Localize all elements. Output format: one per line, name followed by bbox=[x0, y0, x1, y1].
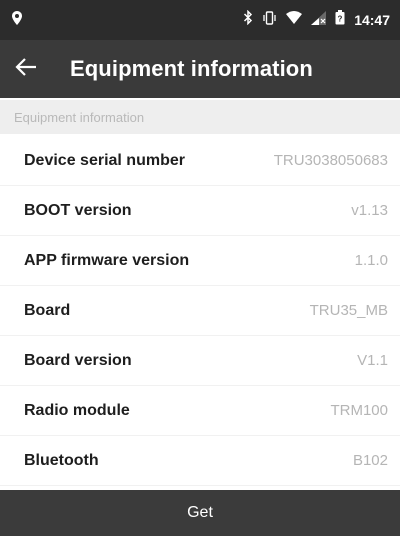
status-time: 14:47 bbox=[354, 12, 390, 28]
info-list: Device serial number TRU3038050683 BOOT … bbox=[0, 136, 400, 486]
app-bar: Equipment information bbox=[0, 40, 400, 98]
row-label: Board version bbox=[24, 351, 132, 369]
info-row-board-version: Board version V1.1 bbox=[0, 336, 400, 386]
back-button[interactable] bbox=[0, 40, 52, 98]
svg-text:?: ? bbox=[338, 15, 343, 24]
info-row-board: Board TRU35_MB bbox=[0, 286, 400, 336]
info-row-radio-module: Radio module TRM100 bbox=[0, 386, 400, 436]
get-button-label: Get bbox=[187, 504, 213, 521]
cellular-signal-icon bbox=[311, 10, 327, 30]
row-label: Radio module bbox=[24, 401, 130, 419]
row-label: Board bbox=[24, 301, 71, 319]
get-button[interactable]: Get bbox=[0, 490, 400, 536]
row-label: APP firmware version bbox=[24, 251, 190, 269]
info-row-boot-version: BOOT version v1.13 bbox=[0, 186, 400, 236]
info-row-device-serial-number: Device serial number TRU3038050683 bbox=[0, 136, 400, 186]
row-value: TRU3038050683 bbox=[273, 152, 388, 169]
info-row-bluetooth: Bluetooth B102 bbox=[0, 436, 400, 486]
section-header: Equipment information bbox=[0, 100, 400, 134]
status-bar-left bbox=[12, 10, 22, 30]
page-title: Equipment information bbox=[70, 56, 313, 81]
location-pin-icon bbox=[12, 10, 22, 30]
row-value: 1.1.0 bbox=[354, 252, 388, 269]
status-bar-right: ? 14:47 bbox=[243, 9, 390, 30]
bluetooth-icon bbox=[243, 9, 253, 30]
row-label: Bluetooth bbox=[24, 451, 99, 469]
status-bar: ? 14:47 bbox=[0, 0, 400, 40]
row-value: TRU35_MB bbox=[309, 302, 388, 319]
vibrate-icon bbox=[262, 10, 277, 30]
battery-icon: ? bbox=[335, 10, 345, 30]
back-arrow-icon bbox=[15, 57, 37, 81]
row-value: TRM100 bbox=[330, 402, 388, 419]
row-value: B102 bbox=[352, 452, 388, 469]
row-value: V1.1 bbox=[357, 352, 388, 369]
wifi-icon bbox=[286, 11, 303, 29]
row-label: BOOT version bbox=[24, 201, 132, 219]
row-label: Device serial number bbox=[24, 151, 185, 169]
info-row-app-firmware-version: APP firmware version 1.1.0 bbox=[0, 236, 400, 286]
row-value: v1.13 bbox=[351, 202, 388, 219]
equipment-info-screen: ? 14:47 Equipment information Equipment … bbox=[0, 0, 400, 536]
